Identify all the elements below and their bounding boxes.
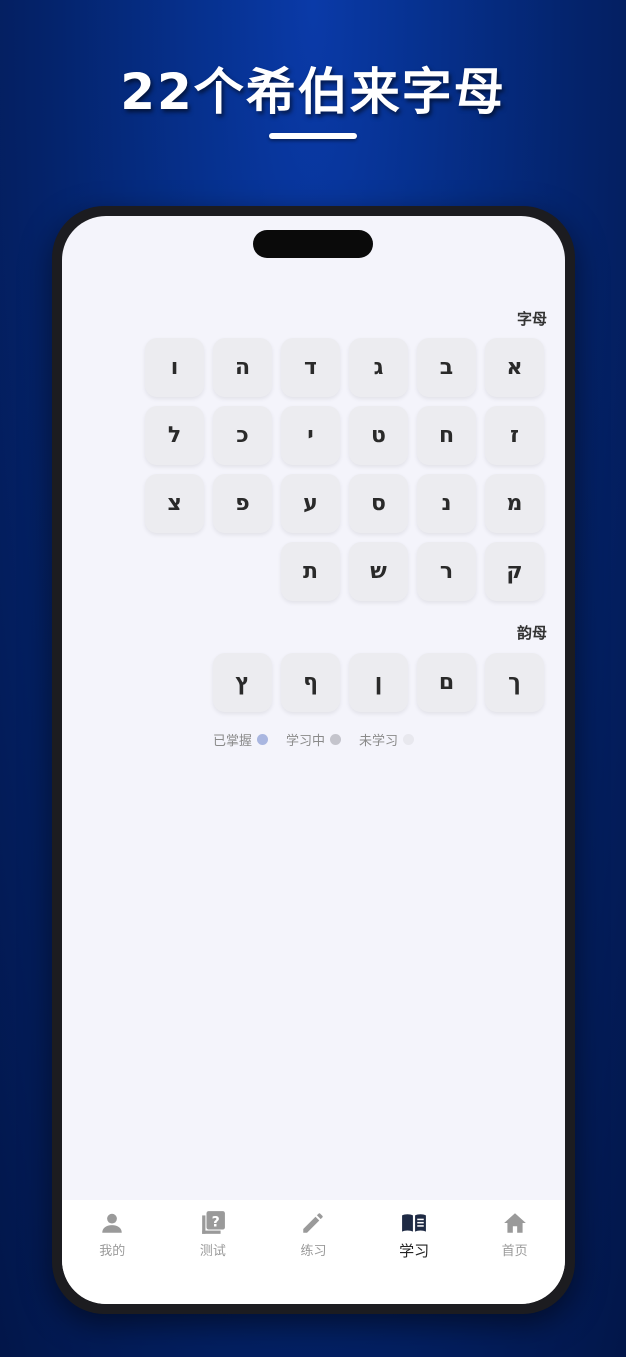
legend-unlearned: 未学习 <box>359 730 415 749</box>
letter-tile[interactable]: נ <box>417 474 476 533</box>
letter-tile[interactable]: ר <box>417 542 476 601</box>
letter-tile[interactable]: א <box>485 338 544 397</box>
letter-tile[interactable]: ה <box>213 338 272 397</box>
letter-tile[interactable]: ק <box>485 542 544 601</box>
tab-label: 我的 <box>99 1244 126 1259</box>
letters-section-label: 字母 <box>516 310 547 328</box>
tab-mine[interactable]: 我的 <box>72 1210 152 1304</box>
legend-dot <box>403 734 415 745</box>
phone-frame: 字母 韵母 已掌握 学习中 未学习 我的 ? 测试 练习 学习 首页 א ב ג… <box>52 206 575 1314</box>
letter-tile[interactable]: ל <box>145 406 204 465</box>
legend-dot <box>256 734 268 745</box>
dynamic-island <box>253 230 373 258</box>
tab-test[interactable]: ? 测试 <box>173 1210 253 1304</box>
home-icon <box>503 1213 526 1233</box>
letter-tile[interactable]: מ <box>485 474 544 533</box>
letter-tile[interactable]: ם <box>417 653 476 712</box>
progress-legend: 已掌握 学习中 未学习 <box>62 730 565 749</box>
letter-tile[interactable]: ע <box>281 474 340 533</box>
bottom-tab-bar: 我的 ? 测试 练习 学习 首页 <box>62 1200 565 1304</box>
letter-tile[interactable]: י <box>281 406 340 465</box>
letter-tile[interactable]: כ <box>213 406 272 465</box>
legend-dot <box>330 734 341 745</box>
letter-tile[interactable]: צ <box>145 474 204 533</box>
letter-tile[interactable]: ז <box>485 406 544 465</box>
letter-tile[interactable]: ף <box>281 653 340 712</box>
legend-label: 未学习 <box>359 734 399 749</box>
letter-tile[interactable]: ת <box>281 542 340 601</box>
book-icon <box>402 1214 426 1232</box>
headline-underline <box>269 133 357 139</box>
legend-label: 学习中 <box>285 734 325 749</box>
letter-tile[interactable]: ח <box>417 406 476 465</box>
letter-tile[interactable]: פ <box>213 474 272 533</box>
finals-section-label: 韵母 <box>516 624 547 642</box>
letter-tile[interactable]: ג <box>349 338 408 397</box>
legend-learning: 学习中 <box>286 730 341 749</box>
app-screen: 字母 韵母 已掌握 学习中 未学习 我的 ? 测试 练习 学习 首页 א ב ג… <box>62 216 565 1304</box>
person-icon <box>102 1213 123 1233</box>
letter-tile[interactable]: ו <box>145 338 204 397</box>
letter-tile[interactable]: ד <box>281 338 340 397</box>
pencil-icon <box>303 1213 324 1233</box>
letter-tile[interactable]: ב <box>417 338 476 397</box>
letter-tile[interactable]: ש <box>349 542 408 601</box>
letter-tile[interactable]: ך <box>485 653 544 712</box>
svg-text:?: ? <box>212 1214 220 1230</box>
letter-tile[interactable]: ס <box>349 474 408 533</box>
tab-practice[interactable]: 练习 <box>273 1210 353 1304</box>
tab-study[interactable]: 学习 <box>374 1210 454 1304</box>
tab-label: 测试 <box>199 1244 226 1259</box>
letter-tile[interactable]: ן <box>349 653 408 712</box>
legend-label: 已掌握 <box>212 734 252 749</box>
letter-tile[interactable]: ט <box>349 406 408 465</box>
letter-tile[interactable]: ץ <box>213 653 272 712</box>
tab-label: 练习 <box>300 1244 327 1259</box>
tab-home[interactable]: 首页 <box>475 1210 555 1304</box>
legend-mastered: 已掌握 <box>213 730 268 749</box>
promo-headline: 22个希伯来字母 <box>120 63 506 121</box>
tab-label: 学习 <box>399 1242 430 1260</box>
quiz-icon: ? <box>202 1211 225 1234</box>
tab-label: 首页 <box>501 1244 528 1259</box>
